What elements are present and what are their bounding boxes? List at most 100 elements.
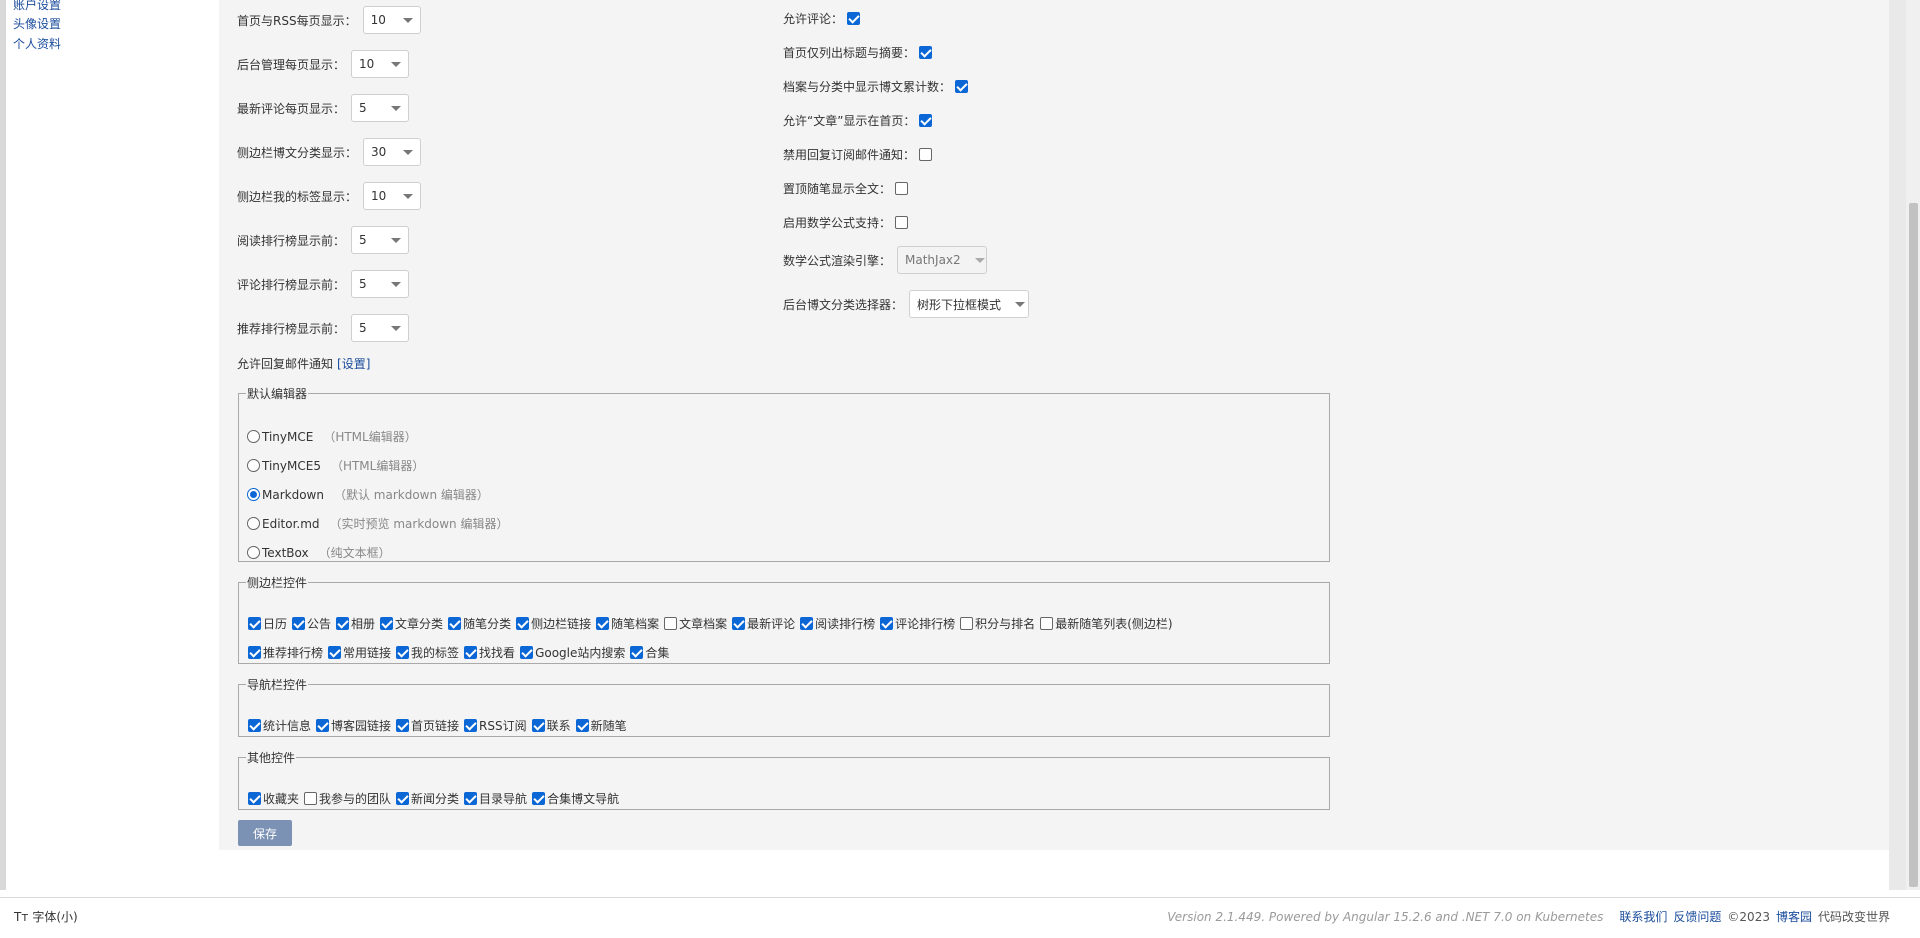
widget-checkbox[interactable] bbox=[960, 617, 974, 630]
comment-rank-select[interactable]: 5 bbox=[351, 270, 410, 298]
widget-checkbox[interactable] bbox=[464, 646, 478, 659]
widget-common-links[interactable]: 常用链接 bbox=[328, 644, 391, 661]
allow-comments-checkbox[interactable] bbox=[847, 11, 861, 25]
widget-checkbox[interactable] bbox=[664, 617, 678, 630]
article-home-checkbox[interactable] bbox=[919, 113, 933, 127]
nav-widget-new-post[interactable]: 新随笔 bbox=[575, 717, 627, 734]
widget-article-archive[interactable]: 文章档案 bbox=[664, 615, 727, 632]
widget-checkbox[interactable] bbox=[328, 646, 342, 659]
font-size-toggle[interactable]: Tт 字体(小) bbox=[14, 908, 78, 925]
sidebar-categories-select[interactable]: 30 bbox=[363, 138, 422, 166]
editor-option-textbox[interactable]: TextBox （纯文本框） bbox=[247, 544, 391, 561]
widget-comment-rank[interactable]: 评论排行榜 bbox=[880, 615, 955, 632]
widget-checkbox[interactable] bbox=[596, 617, 610, 630]
widget-post-archive[interactable]: 随笔档案 bbox=[596, 615, 659, 632]
home-rss-per-page-select[interactable]: 10 bbox=[362, 6, 421, 34]
editor-option-tinymce[interactable]: TinyMCE （HTML编辑器） bbox=[247, 428, 417, 445]
widget-checkbox[interactable] bbox=[448, 617, 462, 630]
widget-checkbox[interactable] bbox=[396, 792, 410, 805]
widget-checkbox[interactable] bbox=[248, 646, 261, 659]
math-support-checkbox[interactable] bbox=[895, 215, 909, 229]
widget-checkbox[interactable] bbox=[248, 792, 261, 805]
pinned-full-checkbox[interactable] bbox=[895, 181, 909, 195]
admin-per-page-select[interactable]: 10 bbox=[351, 50, 410, 78]
widget-collection[interactable]: 合集 bbox=[630, 644, 669, 661]
nav-widget-contact[interactable]: 联系 bbox=[531, 717, 571, 734]
disable-reply-mail-checkbox[interactable] bbox=[919, 147, 933, 161]
sidebar-link-profile[interactable]: 个人资料 bbox=[13, 37, 61, 52]
archive-count-checkbox[interactable] bbox=[955, 79, 969, 93]
widget-checkbox[interactable] bbox=[800, 617, 814, 630]
widget-checkbox[interactable] bbox=[575, 719, 589, 732]
widget-checkbox[interactable] bbox=[396, 719, 410, 732]
other-widget-teams[interactable]: 我参与的团队 bbox=[304, 790, 391, 807]
other-widget-news-category[interactable]: 新闻分类 bbox=[396, 790, 459, 807]
widget-checkbox[interactable] bbox=[304, 792, 318, 805]
widget-checkbox[interactable] bbox=[732, 617, 746, 630]
widget-checkbox[interactable] bbox=[396, 646, 410, 659]
editor-name: TinyMCE5 bbox=[262, 458, 321, 473]
widget-post-category[interactable]: 随笔分类 bbox=[448, 615, 511, 632]
widget-checkbox[interactable] bbox=[248, 617, 261, 630]
editor-option-editormd[interactable]: Editor.md （实时预览 markdown 编辑器） bbox=[247, 515, 508, 532]
latest-comments-per-page-select[interactable]: 5 bbox=[351, 94, 410, 122]
widget-label: 文章分类 bbox=[395, 617, 444, 631]
nav-widget-home-link[interactable]: 首页链接 bbox=[396, 717, 459, 734]
widget-score-rank[interactable]: 积分与排名 bbox=[960, 615, 1035, 632]
widget-checkbox[interactable] bbox=[336, 617, 350, 630]
widget-checkbox[interactable] bbox=[380, 617, 394, 630]
widget-checkbox[interactable] bbox=[520, 646, 534, 659]
widget-article-category[interactable]: 文章分类 bbox=[380, 615, 443, 632]
brand-link[interactable]: 博客园 bbox=[1776, 908, 1812, 925]
editor-radio[interactable] bbox=[247, 459, 260, 472]
widget-search[interactable]: 找找看 bbox=[464, 644, 515, 661]
sidebar-link-account[interactable]: 账户设置 bbox=[13, 0, 61, 13]
widget-checkbox[interactable] bbox=[464, 719, 478, 732]
sidebar-link-avatar[interactable]: 头像设置 bbox=[13, 17, 61, 32]
home-summary-checkbox[interactable] bbox=[919, 45, 933, 59]
contact-link[interactable]: 联系我们 bbox=[1619, 908, 1667, 925]
recommend-rank-select[interactable]: 5 bbox=[351, 314, 410, 342]
widget-notice[interactable]: 公告 bbox=[292, 615, 331, 632]
editor-radio[interactable] bbox=[247, 517, 260, 530]
widget-calendar[interactable]: 日历 bbox=[248, 615, 287, 632]
sidebar-tags-select[interactable]: 10 bbox=[363, 182, 422, 210]
editor-option-tinymce5[interactable]: TinyMCE5 （HTML编辑器） bbox=[247, 457, 424, 474]
widget-checkbox[interactable] bbox=[531, 719, 545, 732]
reply-mail-settings-link[interactable]: [设置] bbox=[337, 355, 370, 372]
read-rank-select[interactable]: 5 bbox=[351, 226, 410, 254]
default-editor-legend: 默认编辑器 bbox=[247, 387, 308, 401]
widget-google-search[interactable]: Google站内搜索 bbox=[520, 644, 625, 661]
widget-checkbox[interactable] bbox=[630, 646, 644, 659]
widget-checkbox[interactable] bbox=[516, 617, 530, 630]
nav-widget-cnblogs-link[interactable]: 博客园链接 bbox=[316, 717, 391, 734]
category-selector-select[interactable]: 树形下拉框模式 bbox=[909, 290, 1030, 318]
editor-option-markdown[interactable]: Markdown （默认 markdown 编辑器） bbox=[247, 486, 489, 503]
widget-checkbox[interactable] bbox=[880, 617, 894, 630]
widget-latest-comments[interactable]: 最新评论 bbox=[732, 615, 795, 632]
editor-radio[interactable] bbox=[247, 488, 260, 501]
editor-radio[interactable] bbox=[247, 430, 260, 443]
other-widget-collection-nav[interactable]: 合集博文导航 bbox=[532, 790, 619, 807]
widget-recommend-rank[interactable]: 推荐排行榜 bbox=[248, 644, 323, 661]
nav-widget-stats[interactable]: 统计信息 bbox=[248, 717, 311, 734]
other-widget-toc[interactable]: 目录导航 bbox=[464, 790, 527, 807]
editor-radio[interactable] bbox=[247, 546, 260, 559]
widget-checkbox[interactable] bbox=[316, 719, 330, 732]
widget-my-tags[interactable]: 我的标签 bbox=[396, 644, 459, 661]
nav-widget-rss[interactable]: RSS订阅 bbox=[464, 717, 527, 734]
widget-sidebar-links[interactable]: 侧边栏链接 bbox=[516, 615, 591, 632]
widget-checkbox[interactable] bbox=[248, 719, 261, 732]
feedback-link[interactable]: 反馈问题 bbox=[1673, 908, 1721, 925]
widget-album[interactable]: 相册 bbox=[336, 615, 375, 632]
widget-checkbox[interactable] bbox=[1040, 617, 1054, 630]
widget-checkbox[interactable] bbox=[464, 792, 478, 805]
widget-checkbox[interactable] bbox=[292, 617, 306, 630]
scrollbar-thumb[interactable] bbox=[1909, 203, 1918, 887]
widget-latest-posts[interactable]: 最新随笔列表(侧边栏) bbox=[1040, 615, 1173, 632]
other-widget-favorites[interactable]: 收藏夹 bbox=[248, 790, 299, 807]
widget-read-rank[interactable]: 阅读排行榜 bbox=[800, 615, 875, 632]
math-engine-select[interactable]: MathJax2 bbox=[897, 246, 988, 274]
save-button[interactable]: 保存 bbox=[238, 820, 292, 846]
widget-checkbox[interactable] bbox=[532, 792, 546, 805]
